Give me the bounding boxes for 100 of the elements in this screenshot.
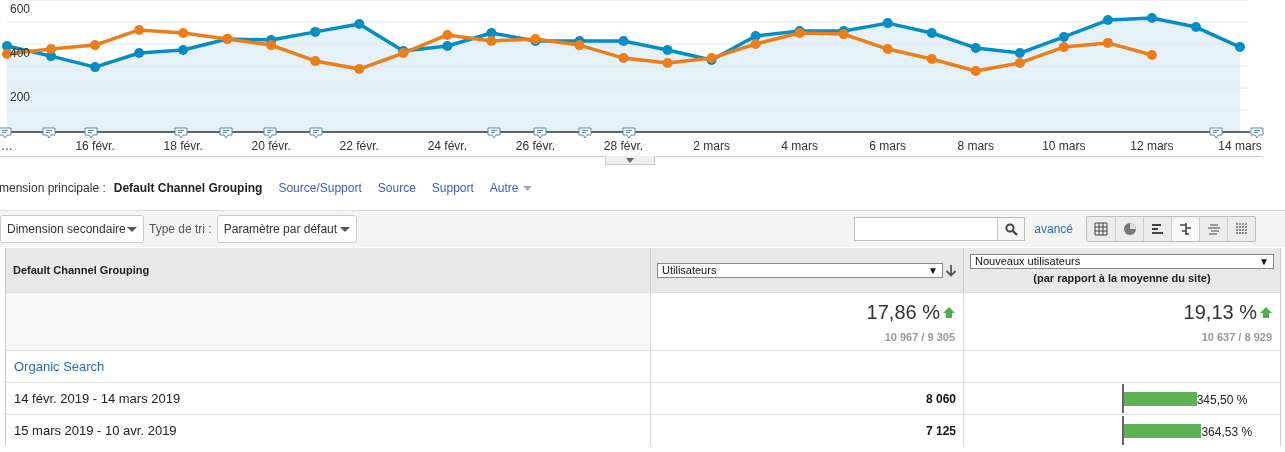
data-point [2,48,12,59]
data-point [1014,57,1025,68]
advanced-link[interactable]: avancé [1034,220,1073,238]
dimension-label: mension principale : [0,180,106,197]
data-point [442,30,453,40]
data-point [1058,42,1069,53]
data-point [134,48,145,58]
total-value: 19,13 % [1183,300,1257,326]
data-point [970,42,981,53]
data-point [1102,37,1113,48]
up-arrow-icon [943,306,955,318]
comment-icon [219,127,233,139]
search-button[interactable] [997,218,1025,240]
comparison-icon [1178,222,1193,236]
collapse-handle[interactable] [605,156,655,165]
dimension-link[interactable]: Source [377,179,416,197]
percent-value: 364,53 % [1201,424,1253,441]
data-point [90,40,101,51]
data-point [750,39,761,49]
data-point [1190,22,1201,33]
comment-icon [174,127,188,139]
pie-chart-icon [1122,222,1137,236]
metric-select[interactable]: Nouveaux utilisateurs ▼ [970,253,1274,269]
comment-icon [309,127,323,139]
axis-label: 28 févr. [603,139,644,153]
axis-label: 24 févr. [427,139,468,153]
view-button[interactable] [1171,217,1199,241]
comment-icon [487,127,501,139]
data-point [2,41,12,51]
comment-icon [622,127,636,139]
axis-label: … [1,139,13,153]
term-cloud-icon [1206,222,1221,236]
data-point [574,40,585,51]
dimension-link[interactable]: Support [431,179,474,197]
comment-icon [1209,127,1223,139]
search-field[interactable] [854,217,1026,241]
axis-label: 14 mars [1218,139,1262,153]
axis-label: 12 mars [1130,139,1174,153]
dropdown-button[interactable]: Dimension secondaire [0,215,144,243]
data-point [1235,42,1245,53]
up-arrow-icon [1260,306,1272,318]
data-point [90,62,101,73]
data-point [970,66,981,77]
data-point [618,53,629,64]
data-point [310,55,321,66]
caret-icon [522,185,532,191]
axis-label: 8 mars [957,139,995,153]
axis-label: 22 févr. [339,139,379,153]
axis-label: 2 mars [693,139,730,153]
data-point [310,26,321,37]
data-point [618,35,629,46]
data-point [354,64,365,75]
sort-label: Type de tri : [149,221,212,238]
data-point [178,28,189,38]
data-point [46,44,57,55]
grid-icon [1094,222,1108,236]
axis-label: 6 mars [869,139,907,153]
date-range: 14 févr. 2019 - 14 mars 2019 [14,389,181,408]
search-icon [1004,222,1018,236]
dimension-link[interactable]: Source/Support [278,179,362,197]
comment-icon [578,127,592,139]
comment-icon [263,127,277,139]
data-point [662,44,673,55]
view-button[interactable] [1115,217,1143,241]
date-range: 15 mars 2019 - 10 avr. 2019 [14,421,177,440]
axis-label: 20 févr. [251,139,291,153]
axis-label: 200 [10,90,31,104]
metric-select[interactable]: Utilisateurs ▼ [657,262,943,278]
column-note: (par rapport à la moyenne du site) [1032,270,1212,286]
total-detail: 10 967 / 9 305 [884,330,955,346]
total-value: 17,86 % [866,300,940,326]
data-point [662,57,673,68]
sort-arrow-icon [945,263,957,277]
comment-icon [42,127,56,139]
data-point [882,18,893,29]
bar-chart-icon [1150,222,1165,236]
more-menu[interactable]: Autre [489,179,532,197]
data-point [926,53,937,64]
comment-icon [84,127,98,139]
axis-label: 26 févr. [515,139,556,153]
axis-label: 16 févr. [75,139,115,153]
view-button[interactable] [1087,217,1115,241]
caret-icon [339,226,350,232]
axis-label: 18 févr. [163,139,203,153]
pivot-icon [1234,222,1249,236]
total-detail: 10 637 / 8 929 [1201,330,1272,346]
data-point [1058,31,1069,42]
data-point [442,41,453,51]
percent-value: 345,50 % [1196,392,1248,409]
group-link[interactable]: Organic Search [14,356,105,377]
data-point [926,28,937,38]
axis-label: 600 [10,2,31,16]
comment-icon [1250,127,1264,139]
comment-icon [0,127,12,139]
dimension-link[interactable]: Default Channel Grouping [113,179,263,197]
data-point [1014,48,1025,58]
comment-icon [533,127,547,139]
dropdown-button[interactable]: Paramètre par défaut [216,215,357,243]
data-point [882,44,893,55]
view-button[interactable] [1143,217,1171,241]
